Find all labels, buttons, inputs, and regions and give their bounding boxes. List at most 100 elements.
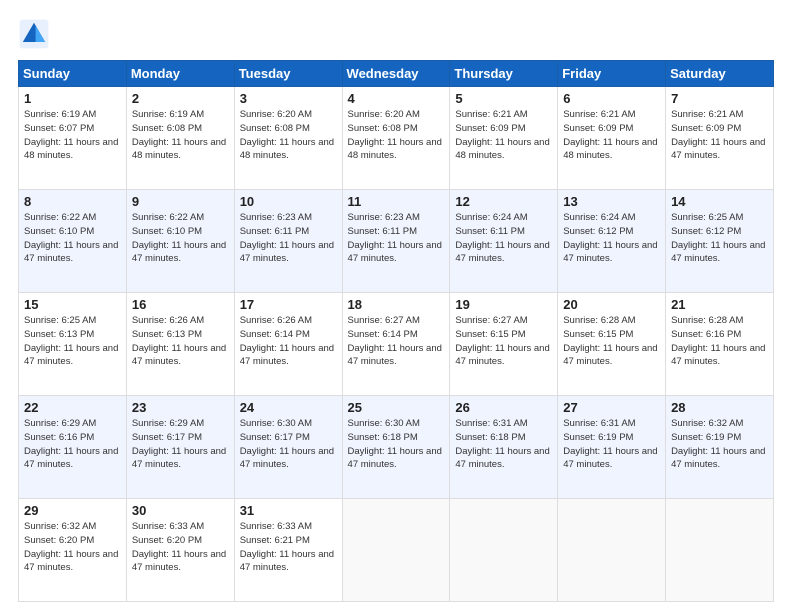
day-number: 29: [24, 503, 121, 518]
day-info: Sunrise: 6:19 AM Sunset: 6:07 PM Dayligh…: [24, 108, 121, 163]
calendar-cell: 5 Sunrise: 6:21 AM Sunset: 6:09 PM Dayli…: [450, 87, 558, 190]
day-info: Sunrise: 6:33 AM Sunset: 6:20 PM Dayligh…: [132, 520, 229, 575]
day-number: 15: [24, 297, 121, 312]
calendar-cell: 30 Sunrise: 6:33 AM Sunset: 6:20 PM Dayl…: [126, 499, 234, 602]
day-info: Sunrise: 6:29 AM Sunset: 6:16 PM Dayligh…: [24, 417, 121, 472]
day-number: 22: [24, 400, 121, 415]
calendar-cell: 12 Sunrise: 6:24 AM Sunset: 6:11 PM Dayl…: [450, 190, 558, 293]
calendar-cell: 22 Sunrise: 6:29 AM Sunset: 6:16 PM Dayl…: [19, 396, 127, 499]
day-number: 27: [563, 400, 660, 415]
day-number: 13: [563, 194, 660, 209]
calendar-cell: 19 Sunrise: 6:27 AM Sunset: 6:15 PM Dayl…: [450, 293, 558, 396]
calendar-cell: 21 Sunrise: 6:28 AM Sunset: 6:16 PM Dayl…: [666, 293, 774, 396]
day-number: 28: [671, 400, 768, 415]
day-info: Sunrise: 6:26 AM Sunset: 6:13 PM Dayligh…: [132, 314, 229, 369]
day-number: 23: [132, 400, 229, 415]
calendar-table: SundayMondayTuesdayWednesdayThursdayFrid…: [18, 60, 774, 602]
day-info: Sunrise: 6:30 AM Sunset: 6:17 PM Dayligh…: [240, 417, 337, 472]
day-header-friday: Friday: [558, 61, 666, 87]
day-number: 3: [240, 91, 337, 106]
day-info: Sunrise: 6:32 AM Sunset: 6:19 PM Dayligh…: [671, 417, 768, 472]
calendar-week-row: 1 Sunrise: 6:19 AM Sunset: 6:07 PM Dayli…: [19, 87, 774, 190]
day-number: 7: [671, 91, 768, 106]
day-info: Sunrise: 6:26 AM Sunset: 6:14 PM Dayligh…: [240, 314, 337, 369]
calendar-week-row: 29 Sunrise: 6:32 AM Sunset: 6:20 PM Dayl…: [19, 499, 774, 602]
calendar-cell: 15 Sunrise: 6:25 AM Sunset: 6:13 PM Dayl…: [19, 293, 127, 396]
calendar-week-row: 15 Sunrise: 6:25 AM Sunset: 6:13 PM Dayl…: [19, 293, 774, 396]
day-number: 2: [132, 91, 229, 106]
day-number: 17: [240, 297, 337, 312]
day-number: 25: [348, 400, 445, 415]
calendar-header-row: SundayMondayTuesdayWednesdayThursdayFrid…: [19, 61, 774, 87]
day-info: Sunrise: 6:21 AM Sunset: 6:09 PM Dayligh…: [671, 108, 768, 163]
calendar-cell: 31 Sunrise: 6:33 AM Sunset: 6:21 PM Dayl…: [234, 499, 342, 602]
day-number: 24: [240, 400, 337, 415]
day-info: Sunrise: 6:23 AM Sunset: 6:11 PM Dayligh…: [348, 211, 445, 266]
calendar-cell: 3 Sunrise: 6:20 AM Sunset: 6:08 PM Dayli…: [234, 87, 342, 190]
page: SundayMondayTuesdayWednesdayThursdayFrid…: [0, 0, 792, 612]
logo: [18, 18, 54, 50]
day-info: Sunrise: 6:25 AM Sunset: 6:12 PM Dayligh…: [671, 211, 768, 266]
calendar-cell: [342, 499, 450, 602]
day-info: Sunrise: 6:25 AM Sunset: 6:13 PM Dayligh…: [24, 314, 121, 369]
calendar-cell: 1 Sunrise: 6:19 AM Sunset: 6:07 PM Dayli…: [19, 87, 127, 190]
calendar-cell: 10 Sunrise: 6:23 AM Sunset: 6:11 PM Dayl…: [234, 190, 342, 293]
day-header-thursday: Thursday: [450, 61, 558, 87]
calendar-cell: 11 Sunrise: 6:23 AM Sunset: 6:11 PM Dayl…: [342, 190, 450, 293]
day-info: Sunrise: 6:31 AM Sunset: 6:18 PM Dayligh…: [455, 417, 552, 472]
day-info: Sunrise: 6:22 AM Sunset: 6:10 PM Dayligh…: [132, 211, 229, 266]
day-info: Sunrise: 6:27 AM Sunset: 6:15 PM Dayligh…: [455, 314, 552, 369]
calendar-cell: [558, 499, 666, 602]
calendar-week-row: 8 Sunrise: 6:22 AM Sunset: 6:10 PM Dayli…: [19, 190, 774, 293]
day-number: 20: [563, 297, 660, 312]
calendar-cell: 13 Sunrise: 6:24 AM Sunset: 6:12 PM Dayl…: [558, 190, 666, 293]
day-number: 4: [348, 91, 445, 106]
day-info: Sunrise: 6:31 AM Sunset: 6:19 PM Dayligh…: [563, 417, 660, 472]
day-info: Sunrise: 6:21 AM Sunset: 6:09 PM Dayligh…: [455, 108, 552, 163]
day-info: Sunrise: 6:19 AM Sunset: 6:08 PM Dayligh…: [132, 108, 229, 163]
day-info: Sunrise: 6:24 AM Sunset: 6:11 PM Dayligh…: [455, 211, 552, 266]
day-info: Sunrise: 6:28 AM Sunset: 6:15 PM Dayligh…: [563, 314, 660, 369]
day-number: 1: [24, 91, 121, 106]
header: [18, 18, 774, 50]
calendar-cell: 18 Sunrise: 6:27 AM Sunset: 6:14 PM Dayl…: [342, 293, 450, 396]
calendar-cell: 16 Sunrise: 6:26 AM Sunset: 6:13 PM Dayl…: [126, 293, 234, 396]
day-header-saturday: Saturday: [666, 61, 774, 87]
calendar-cell: 25 Sunrise: 6:30 AM Sunset: 6:18 PM Dayl…: [342, 396, 450, 499]
calendar-cell: 29 Sunrise: 6:32 AM Sunset: 6:20 PM Dayl…: [19, 499, 127, 602]
day-number: 18: [348, 297, 445, 312]
calendar-cell: 14 Sunrise: 6:25 AM Sunset: 6:12 PM Dayl…: [666, 190, 774, 293]
day-info: Sunrise: 6:33 AM Sunset: 6:21 PM Dayligh…: [240, 520, 337, 575]
day-number: 26: [455, 400, 552, 415]
day-number: 6: [563, 91, 660, 106]
day-info: Sunrise: 6:32 AM Sunset: 6:20 PM Dayligh…: [24, 520, 121, 575]
day-number: 16: [132, 297, 229, 312]
day-number: 10: [240, 194, 337, 209]
calendar-cell: 9 Sunrise: 6:22 AM Sunset: 6:10 PM Dayli…: [126, 190, 234, 293]
day-info: Sunrise: 6:24 AM Sunset: 6:12 PM Dayligh…: [563, 211, 660, 266]
calendar-cell: 24 Sunrise: 6:30 AM Sunset: 6:17 PM Dayl…: [234, 396, 342, 499]
day-header-tuesday: Tuesday: [234, 61, 342, 87]
calendar-cell: 28 Sunrise: 6:32 AM Sunset: 6:19 PM Dayl…: [666, 396, 774, 499]
day-header-wednesday: Wednesday: [342, 61, 450, 87]
day-info: Sunrise: 6:30 AM Sunset: 6:18 PM Dayligh…: [348, 417, 445, 472]
calendar-week-row: 22 Sunrise: 6:29 AM Sunset: 6:16 PM Dayl…: [19, 396, 774, 499]
calendar-cell: 4 Sunrise: 6:20 AM Sunset: 6:08 PM Dayli…: [342, 87, 450, 190]
calendar-cell: 27 Sunrise: 6:31 AM Sunset: 6:19 PM Dayl…: [558, 396, 666, 499]
day-header-sunday: Sunday: [19, 61, 127, 87]
day-info: Sunrise: 6:29 AM Sunset: 6:17 PM Dayligh…: [132, 417, 229, 472]
day-number: 21: [671, 297, 768, 312]
day-header-monday: Monday: [126, 61, 234, 87]
day-number: 19: [455, 297, 552, 312]
day-number: 5: [455, 91, 552, 106]
day-number: 31: [240, 503, 337, 518]
calendar-body: 1 Sunrise: 6:19 AM Sunset: 6:07 PM Dayli…: [19, 87, 774, 602]
calendar-cell: 20 Sunrise: 6:28 AM Sunset: 6:15 PM Dayl…: [558, 293, 666, 396]
day-info: Sunrise: 6:21 AM Sunset: 6:09 PM Dayligh…: [563, 108, 660, 163]
day-info: Sunrise: 6:28 AM Sunset: 6:16 PM Dayligh…: [671, 314, 768, 369]
day-number: 11: [348, 194, 445, 209]
day-info: Sunrise: 6:20 AM Sunset: 6:08 PM Dayligh…: [348, 108, 445, 163]
day-number: 8: [24, 194, 121, 209]
day-number: 14: [671, 194, 768, 209]
calendar-cell: [450, 499, 558, 602]
